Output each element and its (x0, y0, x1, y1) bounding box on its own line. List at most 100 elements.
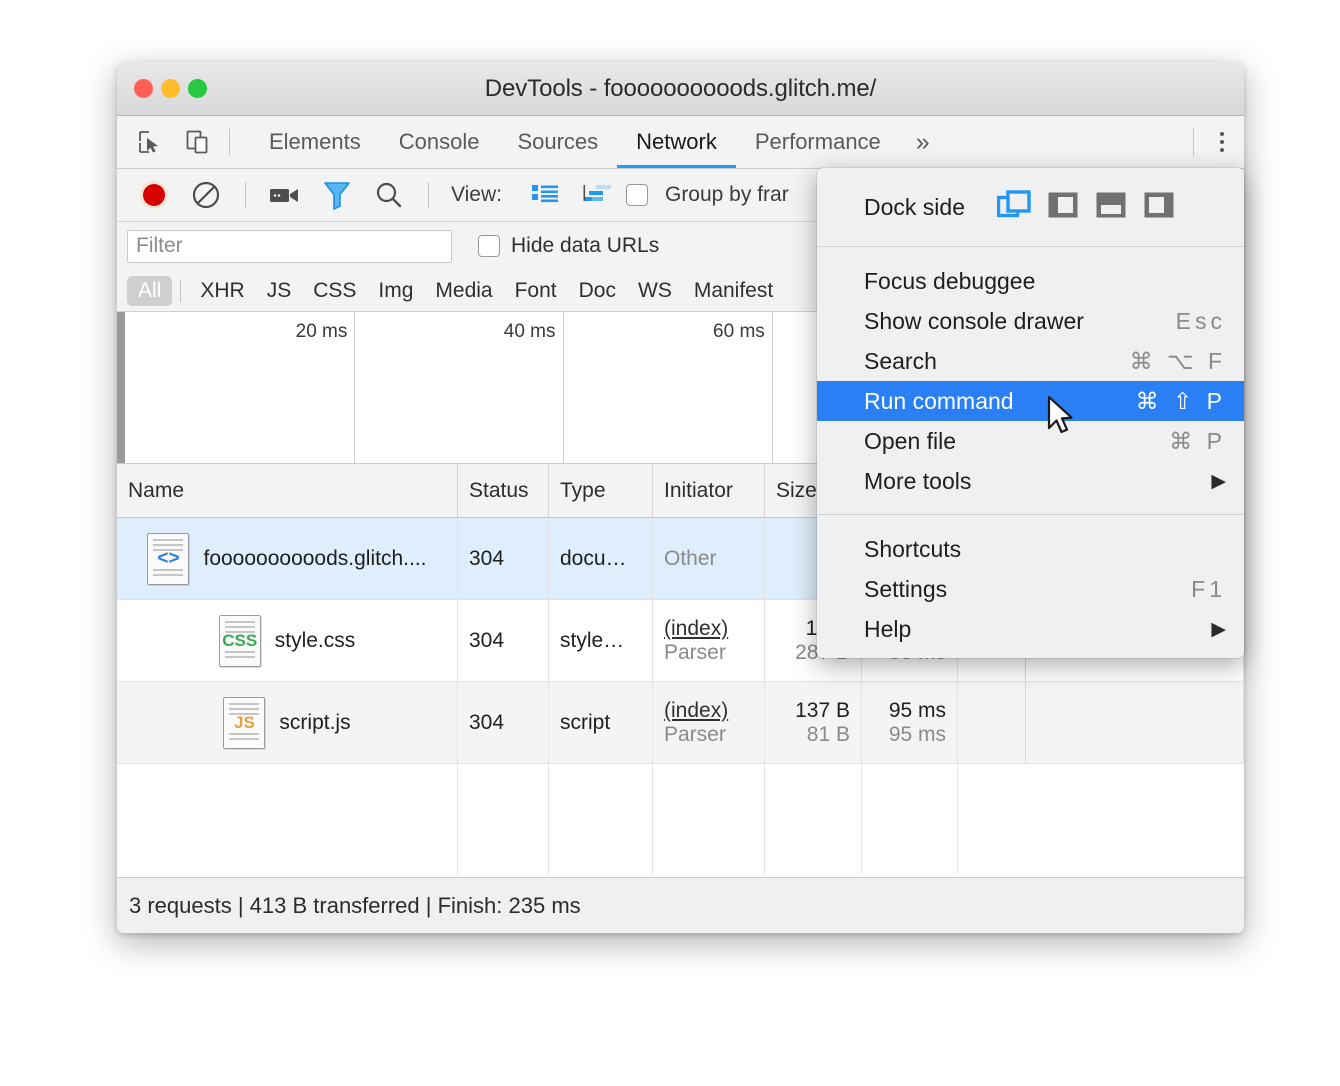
type-filter-divider (180, 280, 181, 302)
search-magnifier-icon[interactable] (366, 175, 412, 215)
cell-type: docu… (549, 518, 653, 599)
tabbar-right-divider (1193, 127, 1194, 157)
menu-item-label: Open file (864, 428, 956, 455)
cell-size: 137 B 81 B (765, 682, 862, 763)
type-filter-img[interactable]: Img (367, 276, 424, 306)
cell-status: 304 (458, 682, 549, 763)
cell-name[interactable]: <> foooooooooods.glitch.... (117, 518, 458, 599)
filter-input[interactable]: Filter (127, 230, 452, 263)
css-file-icon-glyph: CSS (220, 631, 260, 651)
size-value: 137 B (795, 699, 850, 723)
initiator-link[interactable]: (index) (664, 617, 753, 641)
waterfall-view-icon[interactable] (574, 175, 620, 215)
type-filter-manifest[interactable]: Manifest (683, 276, 784, 306)
css-file-icon: CSS (219, 615, 261, 667)
cell-name[interactable]: JS script.js (117, 682, 458, 763)
list-view-icon[interactable] (522, 175, 568, 215)
menu-item-search[interactable]: Search ⌘ ⌥ F (817, 341, 1244, 381)
menu-item-label: Focus debuggee (864, 268, 1035, 295)
devtools-tabbar: Elements Console Sources Network Perform… (117, 116, 1244, 169)
menu-item-show-console-drawer[interactable]: Show console drawer Esc (817, 301, 1244, 341)
toolbar-divider-2 (428, 182, 429, 208)
size-sub: 81 B (807, 723, 850, 747)
column-header-name[interactable]: Name (117, 464, 458, 517)
table-empty-area (117, 764, 1244, 874)
window-titlebar: DevTools - foooooooooods.glitch.me/ (117, 62, 1244, 116)
type-filter-media[interactable]: Media (424, 276, 503, 306)
tab-sources[interactable]: Sources (498, 116, 617, 168)
request-name: foooooooooods.glitch.... (203, 547, 426, 571)
type-filter-font[interactable]: Font (504, 276, 568, 306)
cell-initiator: (index) Parser (653, 600, 765, 681)
tab-console[interactable]: Console (380, 116, 499, 168)
group-by-frame-checkbox[interactable] (626, 184, 648, 206)
undock-into-separate-window-icon[interactable] (997, 190, 1031, 225)
menu-item-label: Run command (864, 388, 1014, 415)
column-header-initiator[interactable]: Initiator (653, 464, 765, 517)
menu-item-open-file[interactable]: Open file ⌘ P (817, 421, 1244, 461)
table-row[interactable]: JS script.js 304 script (index) Parser 1… (117, 682, 1244, 764)
type-filter-ws[interactable]: WS (627, 276, 683, 306)
hide-data-urls-control: Hide data URLs (478, 234, 659, 258)
type-filter-xhr[interactable]: XHR (189, 276, 255, 306)
column-header-type[interactable]: Type (549, 464, 653, 517)
cell-waterfall (958, 682, 1244, 763)
dock-side-options (997, 190, 1175, 225)
cell-status: 304 (458, 518, 549, 599)
initiator-sub: Other (664, 547, 753, 571)
initiator-sub: Parser (664, 641, 753, 665)
waterfall-gridline (1025, 682, 1026, 763)
menu-item-focus-debuggee[interactable]: Focus debuggee (817, 261, 1244, 301)
cell-time: 95 ms 95 ms (862, 682, 958, 763)
menu-item-shortcuts[interactable]: Shortcuts (817, 529, 1244, 569)
menu-item-help[interactable]: Help ▶ (817, 609, 1244, 649)
menu-item-settings[interactable]: Settings F1 (817, 569, 1244, 609)
document-file-icon-glyph: <> (148, 548, 188, 570)
dock-to-right-icon[interactable] (1143, 190, 1175, 225)
initiator-link[interactable]: (index) (664, 699, 753, 723)
dock-to-bottom-icon[interactable] (1095, 190, 1127, 225)
screenshot-root: DevTools - foooooooooods.glitch.me/ (0, 0, 1340, 1086)
type-filter-all[interactable]: All (127, 276, 172, 306)
tabbar-right (1193, 120, 1244, 164)
tab-overflow-button[interactable]: » (900, 116, 946, 168)
menu-item-accel: ⌘ P (1169, 428, 1226, 455)
menu-item-label: Show console drawer (864, 308, 1084, 335)
menu-item-accel: ⌘ ⌥ F (1130, 348, 1226, 375)
request-name: style.css (275, 629, 356, 653)
device-toolbar-icon[interactable] (181, 125, 215, 159)
submenu-arrow-icon: ▶ (1211, 618, 1226, 641)
menu-item-label: Settings (864, 576, 947, 603)
filter-funnel-icon[interactable] (314, 175, 360, 215)
time-sub: 95 ms (889, 723, 946, 747)
type-filter-doc[interactable]: Doc (568, 276, 627, 306)
hide-data-urls-label: Hide data URLs (511, 234, 659, 258)
tab-network[interactable]: Network (617, 116, 736, 168)
dock-side-label: Dock side (864, 194, 965, 221)
column-header-status[interactable]: Status (458, 464, 549, 517)
clear-network-log-icon[interactable] (183, 175, 229, 215)
tab-elements[interactable]: Elements (250, 116, 380, 168)
record-button-icon[interactable] (131, 175, 177, 215)
menu-group-secondary: Shortcuts Settings F1 Help ▶ (817, 527, 1244, 651)
menu-group-main: Focus debuggee Show console drawer Esc S… (817, 259, 1244, 503)
mouse-pointer-icon (1047, 396, 1075, 436)
tab-label: Sources (517, 129, 598, 155)
view-label: View: (451, 183, 502, 207)
inspect-element-icon[interactable] (133, 125, 167, 159)
cell-name[interactable]: CSS style.css (117, 600, 458, 681)
overview-tick-label-60ms: 60 ms (713, 321, 772, 343)
type-filter-css[interactable]: CSS (302, 276, 367, 306)
overview-left-handle[interactable] (117, 312, 125, 463)
hide-data-urls-checkbox[interactable] (478, 235, 500, 257)
tab-performance[interactable]: Performance (736, 116, 900, 168)
more-options-icon[interactable] (1200, 120, 1244, 164)
menu-item-accel: Esc (1176, 308, 1226, 335)
js-file-icon-glyph: JS (224, 713, 264, 733)
menu-item-run-command[interactable]: Run command ⌘ ⇧ P (817, 381, 1244, 421)
menu-item-more-tools[interactable]: More tools ▶ (817, 461, 1244, 501)
type-filter-js[interactable]: JS (256, 276, 303, 306)
menu-item-accel: F1 (1191, 576, 1226, 603)
camera-icon[interactable] (262, 175, 308, 215)
dock-to-left-icon[interactable] (1047, 190, 1079, 225)
